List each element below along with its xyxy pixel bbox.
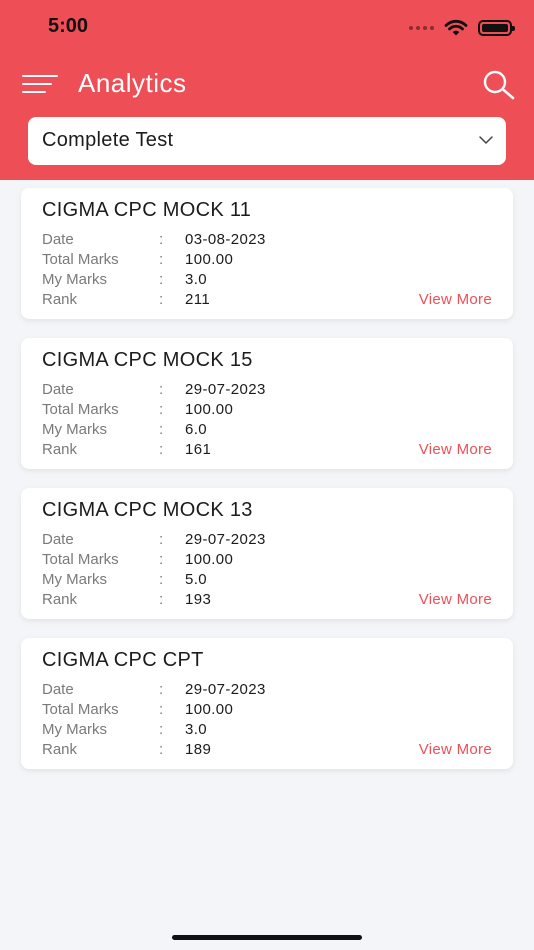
battery-icon <box>478 20 515 36</box>
my-marks-row: My Marks : 5.0 <box>42 571 342 591</box>
separator: : <box>159 531 164 548</box>
my-marks-value: 6.0 <box>185 421 208 438</box>
rank-value: 193 <box>185 591 212 608</box>
test-name: CIGMA CPC MOCK 11 <box>42 199 252 221</box>
chevron-down-icon <box>479 136 493 144</box>
total-marks-value: 100.00 <box>185 701 234 718</box>
view-more-link[interactable]: View More <box>419 291 492 308</box>
date-label: Date <box>42 531 74 548</box>
my-marks-value: 5.0 <box>185 571 208 588</box>
view-more-link[interactable]: View More <box>419 741 492 758</box>
rank-label: Rank <box>42 441 78 458</box>
test-name: CIGMA CPC MOCK 13 <box>42 499 253 521</box>
my-marks-label: My Marks <box>42 271 107 288</box>
rank-label: Rank <box>42 591 78 608</box>
total-marks-label: Total Marks <box>42 401 119 418</box>
rank-row: Rank : 189 <box>42 741 342 761</box>
date-label: Date <box>42 231 74 248</box>
my-marks-value: 3.0 <box>185 721 208 738</box>
separator: : <box>159 681 164 698</box>
status-icons <box>409 16 515 40</box>
separator: : <box>159 591 164 608</box>
separator: : <box>159 421 164 438</box>
app-header: 5:00 Analytics Complete Test <box>0 0 534 180</box>
dropdown-selected-value: Complete Test <box>42 129 174 151</box>
date-row: Date : 29-07-2023 <box>42 531 342 551</box>
rank-row: Rank : 161 <box>42 441 342 461</box>
test-result-card: CIGMA CPC MOCK 15 Date : 29-07-2023 Tota… <box>21 338 513 469</box>
total-marks-value: 100.00 <box>185 551 234 568</box>
total-marks-label: Total Marks <box>42 551 119 568</box>
date-value: 29-07-2023 <box>185 681 266 698</box>
menu-icon[interactable] <box>22 72 58 96</box>
my-marks-label: My Marks <box>42 571 107 588</box>
separator: : <box>159 571 164 588</box>
total-marks-row: Total Marks : 100.00 <box>42 251 342 271</box>
separator: : <box>159 741 164 758</box>
date-value: 29-07-2023 <box>185 381 266 398</box>
total-marks-value: 100.00 <box>185 401 234 418</box>
home-indicator[interactable] <box>172 935 362 940</box>
separator: : <box>159 401 164 418</box>
my-marks-row: My Marks : 3.0 <box>42 271 342 291</box>
total-marks-row: Total Marks : 100.00 <box>42 401 342 421</box>
total-marks-row: Total Marks : 100.00 <box>42 551 342 571</box>
separator: : <box>159 271 164 288</box>
my-marks-value: 3.0 <box>185 271 208 288</box>
separator: : <box>159 251 164 268</box>
test-name: CIGMA CPC MOCK 15 <box>42 349 253 371</box>
total-marks-label: Total Marks <box>42 701 119 718</box>
separator: : <box>159 231 164 248</box>
date-row: Date : 29-07-2023 <box>42 681 342 701</box>
my-marks-row: My Marks : 3.0 <box>42 721 342 741</box>
date-value: 29-07-2023 <box>185 531 266 548</box>
rank-label: Rank <box>42 741 78 758</box>
date-label: Date <box>42 381 74 398</box>
rank-row: Rank : 193 <box>42 591 342 611</box>
separator: : <box>159 721 164 738</box>
test-type-dropdown[interactable]: Complete Test <box>28 117 506 165</box>
test-result-card: CIGMA CPC MOCK 11 Date : 03-08-2023 Tota… <box>21 188 513 319</box>
view-more-link[interactable]: View More <box>419 591 492 608</box>
signal-icon <box>409 26 434 30</box>
date-row: Date : 03-08-2023 <box>42 231 342 251</box>
view-more-link[interactable]: View More <box>419 441 492 458</box>
search-icon[interactable] <box>482 70 516 100</box>
separator: : <box>159 381 164 398</box>
my-marks-label: My Marks <box>42 721 107 738</box>
test-name: CIGMA CPC CPT <box>42 649 204 671</box>
my-marks-label: My Marks <box>42 421 107 438</box>
rank-row: Rank : 211 <box>42 291 342 311</box>
rank-value: 189 <box>185 741 212 758</box>
status-time: 5:00 <box>48 15 89 37</box>
my-marks-row: My Marks : 6.0 <box>42 421 342 441</box>
separator: : <box>159 551 164 568</box>
test-result-card: CIGMA CPC MOCK 13 Date : 29-07-2023 Tota… <box>21 488 513 619</box>
wifi-icon <box>444 19 468 36</box>
test-result-card: CIGMA CPC CPT Date : 29-07-2023 Total Ma… <box>21 638 513 769</box>
page-title: Analytics <box>78 68 187 98</box>
rank-value: 161 <box>185 441 212 458</box>
total-marks-label: Total Marks <box>42 251 119 268</box>
separator: : <box>159 701 164 718</box>
total-marks-value: 100.00 <box>185 251 234 268</box>
separator: : <box>159 441 164 458</box>
date-label: Date <box>42 681 74 698</box>
separator: : <box>159 291 164 308</box>
rank-value: 211 <box>185 291 211 308</box>
date-value: 03-08-2023 <box>185 231 266 248</box>
rank-label: Rank <box>42 291 78 308</box>
total-marks-row: Total Marks : 100.00 <box>42 701 342 721</box>
date-row: Date : 29-07-2023 <box>42 381 342 401</box>
